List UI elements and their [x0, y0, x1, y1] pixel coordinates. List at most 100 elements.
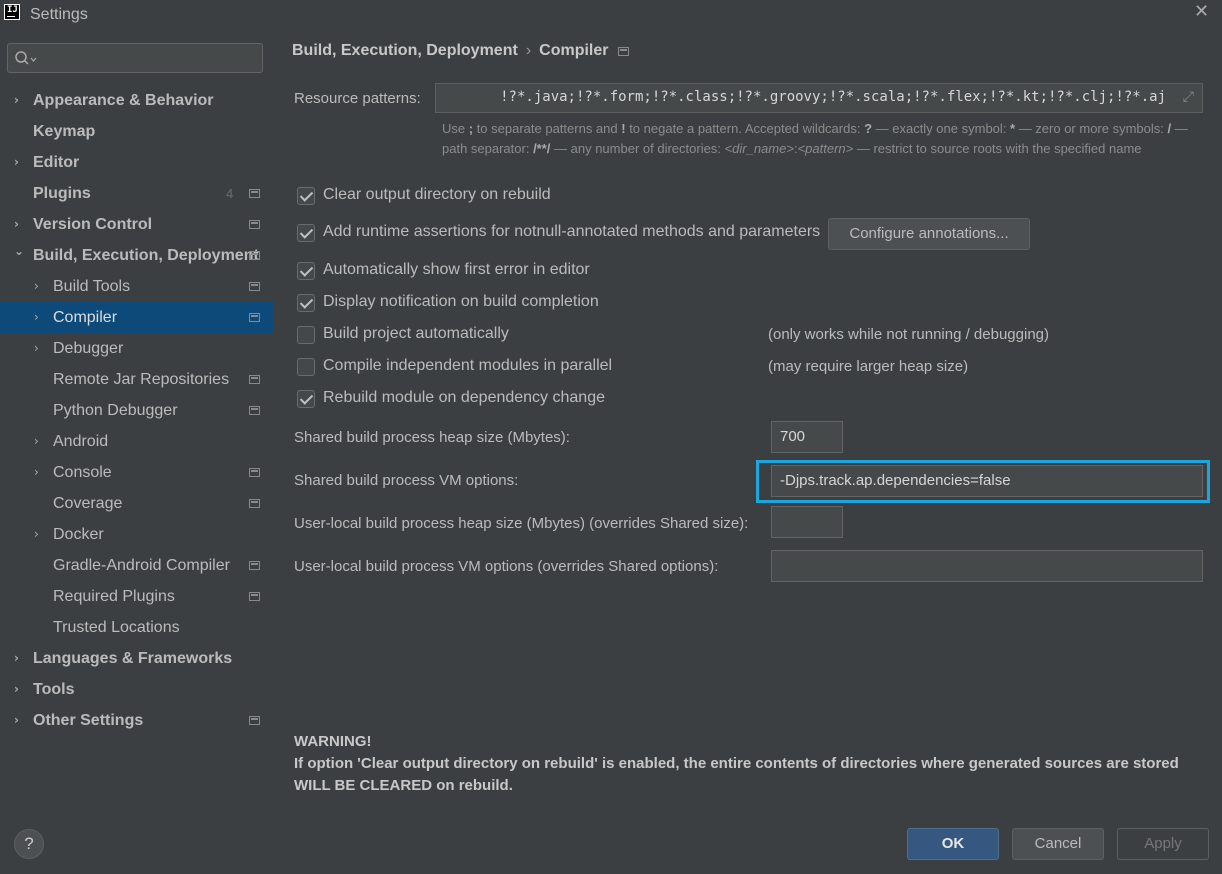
sidebar-item-build-tools[interactable]: › Build Tools: [0, 271, 274, 302]
runtime-assertions-checkbox[interactable]: [297, 224, 315, 242]
display-notification-checkbox[interactable]: [297, 294, 315, 312]
sidebar-item-label: Debugger: [53, 340, 124, 357]
user-heap-input[interactable]: [771, 506, 843, 538]
chevron-right-icon[interactable]: ›: [34, 333, 46, 364]
project-level-icon: [249, 406, 260, 415]
project-level-icon: [249, 220, 260, 229]
sidebar-item-other-settings[interactable]: › Other Settings: [0, 705, 274, 736]
chevron-right-icon[interactable]: ›: [14, 643, 26, 674]
sidebar-item-label: Console: [53, 464, 112, 481]
chevron-right-icon[interactable]: ›: [34, 457, 46, 488]
settings-sidebar: › Appearance & Behavior Keymap › Editor Plugi…: [0, 30, 274, 874]
sidebar-item-label: Editor: [33, 154, 80, 171]
sidebar-item-coverage[interactable]: Coverage: [0, 488, 274, 519]
sidebar-item-label: Remote Jar Repositories: [53, 371, 230, 388]
sidebar-item-remote-jar-repositories[interactable]: Remote Jar Repositories: [0, 364, 274, 395]
breadcrumb-separator: ›: [525, 42, 532, 59]
show-first-error-checkbox[interactable]: [297, 262, 315, 280]
clear-output-checkbox[interactable]: [297, 187, 315, 205]
parallel-compile-note: (may require larger heap size): [768, 358, 969, 375]
sidebar-item-appearance-behavior[interactable]: › Appearance & Behavior: [0, 85, 274, 116]
sidebar-item-python-debugger[interactable]: Python Debugger: [0, 395, 274, 426]
sidebar-item-label: Keymap: [33, 123, 96, 140]
sidebar-item-gradle-android-compiler[interactable]: Gradle-Android Compiler: [0, 550, 274, 581]
sidebar-item-label: Appearance & Behavior: [33, 92, 214, 109]
search-input[interactable]: [42, 48, 252, 68]
sidebar-item-label: Version Control: [33, 216, 153, 233]
sidebar-item-docker[interactable]: › Docker: [0, 519, 274, 550]
resource-patterns-help: Use ; to separate patterns and ! to nega…: [442, 121, 1188, 156]
build-automatically-label[interactable]: Build project automatically: [323, 325, 509, 343]
project-level-icon: [249, 251, 260, 260]
project-level-icon: [249, 313, 260, 322]
sidebar-item-label: Tools: [33, 681, 75, 698]
sidebar-item-trusted-locations[interactable]: Trusted Locations: [0, 612, 274, 643]
ok-button[interactable]: OK: [907, 828, 999, 860]
chevron-right-icon[interactable]: ›: [14, 674, 26, 705]
sidebar-item-editor[interactable]: › Editor: [0, 147, 274, 178]
sidebar-item-languages-frameworks[interactable]: › Languages & Frameworks: [0, 643, 274, 674]
sidebar-item-label: Languages & Frameworks: [33, 650, 233, 667]
sidebar-item-version-control[interactable]: › Version Control: [0, 209, 274, 240]
project-level-icon: [249, 716, 260, 725]
sidebar-item-build-execution-deployment[interactable]: ⌄ Build, Execution, Deployment: [0, 240, 274, 271]
shared-heap-label: Shared build process heap size (Mbytes):: [294, 429, 570, 446]
user-vm-input[interactable]: [771, 550, 1203, 582]
chevron-right-icon[interactable]: ›: [14, 147, 26, 178]
breadcrumb-parent[interactable]: Build, Execution, Deployment: [292, 42, 518, 59]
project-level-icon: [249, 375, 260, 384]
build-automatically-checkbox[interactable]: [297, 326, 315, 344]
update-count-badge: 4: [226, 186, 234, 201]
parallel-compile-label[interactable]: Compile independent modules in parallel: [323, 357, 612, 375]
chevron-right-icon[interactable]: ›: [34, 426, 46, 457]
intellij-logo-icon: IJ: [4, 4, 20, 20]
clear-output-label[interactable]: Clear output directory on rebuild: [323, 186, 551, 204]
chevron-right-icon[interactable]: ›: [34, 519, 46, 550]
sidebar-item-label: Android: [53, 433, 109, 450]
close-icon[interactable]: ✕: [1194, 1, 1209, 22]
cancel-button[interactable]: Cancel: [1012, 828, 1104, 860]
help-button[interactable]: ?: [14, 829, 44, 859]
shared-heap-input[interactable]: 700: [771, 421, 843, 453]
warning-title: WARNING!: [294, 733, 372, 750]
sidebar-item-label: Required Plugins: [53, 588, 175, 605]
sidebar-item-console[interactable]: › Console: [0, 457, 274, 488]
sidebar-item-label: Docker: [53, 526, 104, 543]
shared-vm-input[interactable]: -Djps.track.ap.dependencies=false: [771, 465, 1203, 497]
chevron-right-icon[interactable]: ›: [14, 85, 26, 116]
sidebar-item-required-plugins[interactable]: Required Plugins: [0, 581, 274, 612]
warning-body: If option 'Clear output directory on reb…: [294, 755, 1179, 794]
search-box[interactable]: [7, 43, 263, 73]
sidebar-item-tools[interactable]: › Tools: [0, 674, 274, 705]
user-vm-label: User-local build process VM options (ove…: [294, 558, 719, 575]
sidebar-item-debugger[interactable]: › Debugger: [0, 333, 274, 364]
sidebar-item-android[interactable]: › Android: [0, 426, 274, 457]
project-level-icon: [249, 561, 260, 570]
sidebar-item-label: Other Settings: [33, 712, 144, 729]
sidebar-item-compiler[interactable]: › Compiler: [0, 302, 274, 333]
project-level-icon: [249, 189, 260, 198]
title-bar: IJ Settings ✕: [0, 0, 1222, 30]
parallel-compile-checkbox[interactable]: [297, 358, 315, 376]
show-first-error-label[interactable]: Automatically show first error in editor: [323, 261, 590, 279]
configure-annotations-button[interactable]: Configure annotations...: [828, 218, 1030, 250]
rebuild-dependency-checkbox[interactable]: [297, 390, 315, 408]
chevron-right-icon[interactable]: ›: [34, 302, 46, 333]
sidebar-item-label: Build, Execution, Deployment: [33, 247, 259, 264]
search-icon: [15, 51, 37, 65]
sidebar-item-label: Build Tools: [53, 278, 131, 295]
chevron-right-icon[interactable]: ›: [14, 705, 26, 736]
resource-patterns-field[interactable]: !?*.java;!?*.form;!?*.class;!?*.groovy;!…: [435, 83, 1203, 113]
sidebar-item-label: Compiler: [53, 309, 118, 326]
sidebar-item-plugins[interactable]: Plugins 4: [0, 178, 274, 209]
breadcrumb-current: Compiler: [539, 42, 609, 59]
rebuild-dependency-label[interactable]: Rebuild module on dependency change: [323, 389, 605, 407]
sidebar-item-keymap[interactable]: Keymap: [0, 116, 274, 147]
apply-button[interactable]: Apply: [1117, 828, 1209, 860]
display-notification-label[interactable]: Display notification on build completion: [323, 293, 599, 311]
user-heap-label: User-local build process heap size (Mbyt…: [294, 515, 749, 532]
chevron-down-icon[interactable]: ⌄: [14, 236, 26, 267]
runtime-assertions-label[interactable]: Add runtime assertions for notnull-annot…: [323, 223, 820, 241]
expand-icon[interactable]: ⤢: [1183, 88, 1194, 105]
chevron-right-icon[interactable]: ›: [34, 271, 46, 302]
